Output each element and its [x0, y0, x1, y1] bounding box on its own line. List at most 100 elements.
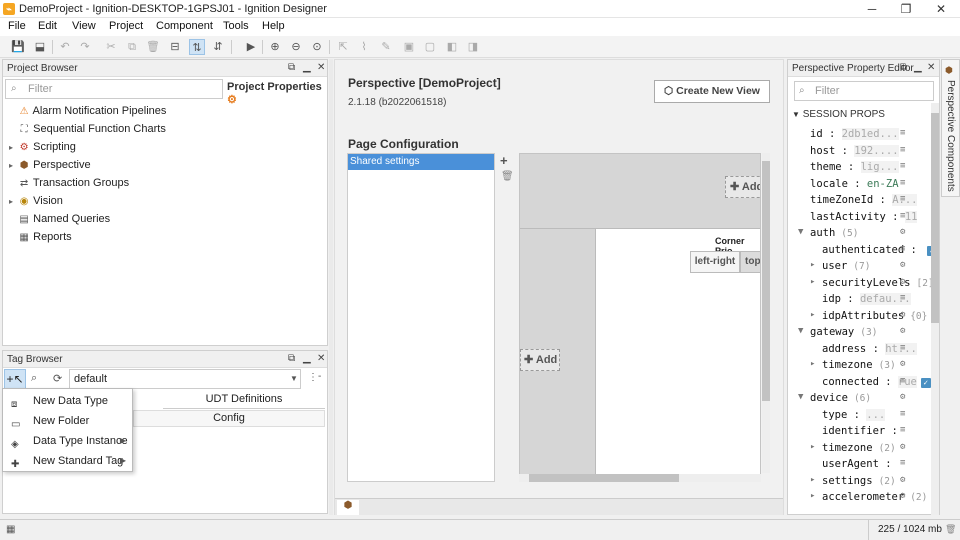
save-icon[interactable]: 💾: [10, 39, 26, 55]
menu-new-folder[interactable]: ▭ New Folder: [3, 411, 132, 431]
property-row[interactable]: ▸ user (7): [810, 260, 870, 277]
comm-read-only-icon[interactable]: ⇵: [210, 39, 226, 55]
binding-gear-icon[interactable]: ⚙: [900, 475, 905, 485]
ungroup-icon[interactable]: ▢: [422, 39, 438, 55]
property-menu-icon[interactable]: ≡: [900, 343, 905, 353]
top-bottom-button[interactable]: top-: [740, 251, 760, 273]
menu-view[interactable]: View: [72, 20, 96, 32]
binding-gear-icon[interactable]: ⚙: [900, 326, 905, 336]
property-menu-icon[interactable]: ≡: [900, 145, 905, 155]
cut-icon[interactable]: ✂: [103, 39, 119, 55]
create-new-view-button[interactable]: ⬡ Create New View: [654, 80, 770, 103]
minimize-panel-icon[interactable]: ▁: [303, 353, 311, 364]
add-top-dock-button[interactable]: ✚ Add: [725, 176, 760, 198]
float-icon[interactable]: ⧉: [900, 62, 907, 73]
property-row[interactable]: idp : defau...: [822, 293, 911, 310]
binding-gear-icon[interactable]: ⚙: [900, 442, 905, 452]
expand-arrow-icon[interactable]: ▸: [810, 310, 815, 320]
property-row[interactable]: ▸ securityLevels [2]: [810, 277, 934, 294]
property-value[interactable]: 2db1ed...: [841, 128, 899, 140]
close-panel-icon[interactable]: ✕: [317, 353, 325, 364]
vertical-scrollbar[interactable]: [762, 153, 770, 473]
property-menu-icon[interactable]: ≡: [900, 194, 905, 204]
maximize-icon[interactable]: ❐: [890, 0, 922, 18]
collapse-arrow-icon[interactable]: ▼: [798, 392, 803, 402]
search-tags-icon[interactable]: ⌕: [31, 372, 37, 385]
minimize-panel-icon[interactable]: ▁: [914, 62, 922, 73]
scroll-thumb[interactable]: [931, 113, 939, 323]
zoom-fit-icon[interactable]: ⊙: [309, 39, 325, 55]
property-menu-icon[interactable]: ≡: [900, 211, 905, 221]
undo-icon[interactable]: ↶: [57, 39, 73, 55]
property-value[interactable]: ...: [866, 408, 886, 421]
menu-project[interactable]: Project: [109, 20, 143, 32]
redo-icon[interactable]: ↷: [77, 39, 93, 55]
property-row[interactable]: connected : rue ✓: [822, 375, 931, 393]
pencil-tool-icon[interactable]: ✎: [378, 39, 394, 55]
binding-gear-icon[interactable]: ⚙: [900, 277, 905, 287]
close-panel-icon[interactable]: ✕: [927, 62, 935, 73]
binding-gear-icon[interactable]: ⚙: [900, 392, 905, 402]
tree-item-named-queries[interactable]: ▤ Named Queries: [7, 213, 307, 231]
collapse-arrow-icon[interactable]: ▼: [798, 227, 803, 237]
property-row[interactable]: userAgent :: [822, 458, 892, 475]
menu-help[interactable]: Help: [262, 20, 285, 32]
page-item-shared-settings[interactable]: Shared settings: [348, 154, 494, 170]
close-icon[interactable]: ✕: [925, 0, 957, 18]
add-page-icon[interactable]: +: [500, 153, 508, 168]
property-menu-icon[interactable]: ≡: [900, 425, 905, 435]
property-menu-icon[interactable]: ≡: [900, 128, 905, 138]
property-value[interactable]: lig...: [860, 161, 899, 173]
property-row[interactable]: theme : lig...: [810, 161, 899, 178]
tab-udt-definitions[interactable]: UDT Definitions: [163, 391, 325, 409]
layer-up-icon[interactable]: ◧: [444, 39, 460, 55]
property-menu-icon[interactable]: ≡: [900, 293, 905, 303]
expand-arrow-icon[interactable]: ▸: [810, 359, 815, 369]
minimize-icon[interactable]: ─: [856, 0, 888, 18]
property-menu-icon[interactable]: ≡: [900, 178, 905, 188]
property-row[interactable]: authenticated : ✓: [822, 244, 938, 261]
scroll-thumb[interactable]: [529, 474, 679, 482]
expand-arrow-icon[interactable]: ▸: [810, 491, 815, 501]
project-properties-link[interactable]: Project Properties ⚙: [227, 81, 327, 106]
expand-arrow-icon[interactable]: ▸: [7, 197, 15, 206]
perspective-components-tab[interactable]: ⬢ Perspective Components: [941, 59, 960, 197]
expand-arrow-icon[interactable]: ▸: [810, 475, 815, 485]
property-row[interactable]: locale : en-ZA: [810, 178, 899, 195]
session-props-header[interactable]: ▼ SESSION PROPS: [792, 109, 885, 120]
collapse-arrow-icon[interactable]: ▼: [798, 326, 803, 336]
more-options-icon[interactable]: ⋮: [308, 372, 318, 383]
add-tag-button[interactable]: +↖: [4, 369, 26, 389]
align-icon[interactable]: ⊟: [167, 39, 183, 55]
property-row[interactable]: ▸ idpAttributes {0}: [810, 310, 927, 327]
property-menu-icon[interactable]: ≡: [900, 244, 905, 254]
tree-item-scripting[interactable]: ▸ ⚙ Scripting: [7, 141, 307, 159]
property-value[interactable]: en-ZA: [867, 178, 899, 190]
property-scrollbar[interactable]: [931, 103, 939, 515]
minimize-panel-icon[interactable]: ▁: [303, 62, 311, 73]
tree-item-reports[interactable]: ▦ Reports: [7, 231, 307, 249]
property-row[interactable]: ▸ settings (2): [810, 475, 896, 492]
property-row[interactable]: ▼ auth (5): [798, 227, 858, 244]
menu-tools[interactable]: Tools: [223, 20, 249, 32]
property-menu-icon[interactable]: ≡: [900, 458, 905, 468]
property-row[interactable]: ▼ gateway (3): [798, 326, 877, 343]
binding-gear-icon[interactable]: ⚙: [900, 227, 905, 237]
float-icon[interactable]: ⧉: [288, 353, 295, 364]
close-panel-icon[interactable]: ✕: [317, 62, 325, 73]
column-config[interactable]: Config: [133, 410, 325, 427]
menu-edit[interactable]: Edit: [38, 20, 57, 32]
tree-item-perspective[interactable]: ▸ ⬢ Perspective: [7, 159, 307, 177]
binding-gear-icon[interactable]: ⚙: [900, 359, 905, 369]
binding-gear-icon[interactable]: ⚙: [900, 260, 905, 270]
refresh-icon[interactable]: ⟳: [53, 372, 62, 385]
trash-icon[interactable]: 🗑: [945, 524, 956, 535]
collapse-icon[interactable]: -: [318, 371, 321, 382]
property-menu-icon[interactable]: ≡: [900, 409, 905, 419]
property-value[interactable]: 11: [904, 210, 918, 223]
preview-play-icon[interactable]: ▶: [243, 39, 259, 55]
property-row[interactable]: type : ...: [822, 408, 886, 426]
tree-item-transaction-groups[interactable]: ⇄ Transaction Groups: [7, 177, 307, 195]
group-icon[interactable]: ▣: [401, 39, 417, 55]
expand-arrow-icon[interactable]: ▸: [7, 143, 15, 152]
